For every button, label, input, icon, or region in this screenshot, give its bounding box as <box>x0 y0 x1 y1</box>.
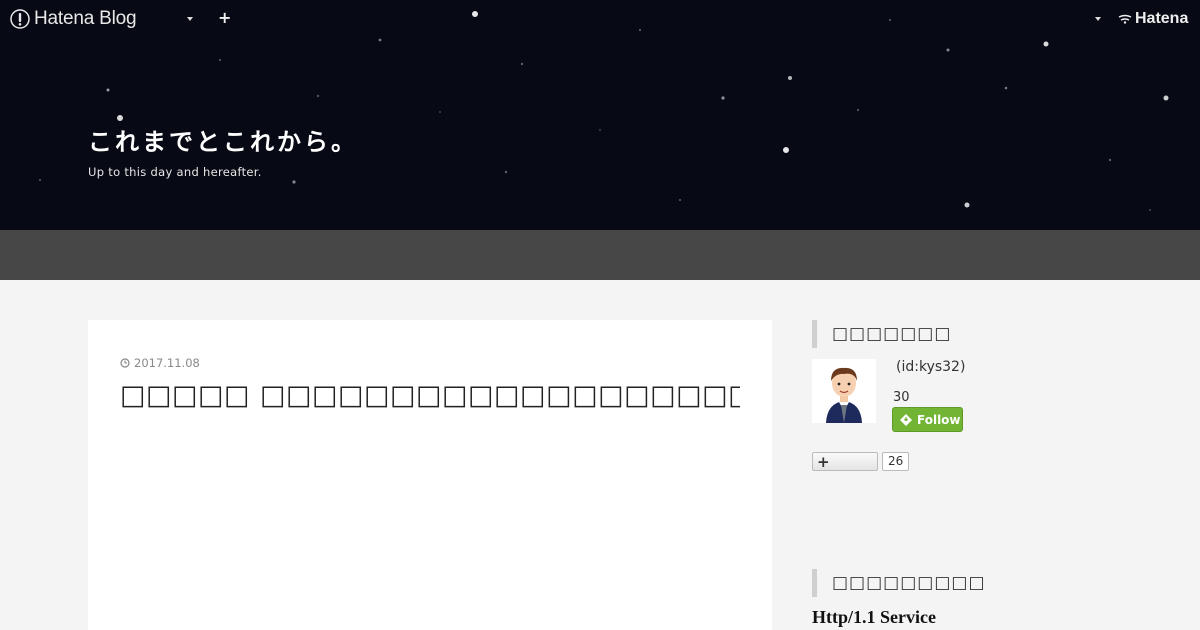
entry-article: 2017.11.08 □□□□□ □□□□□□□□□□□□□□□□□□□□□□□… <box>88 320 772 630</box>
blog-header: Hatena Blog + Hatena これまでとこれから。 Up to th… <box>0 0 1200 230</box>
follow-button[interactable]: Follow <box>892 407 963 432</box>
chevron-down-icon[interactable] <box>1095 17 1101 21</box>
blog-title[interactable]: これまでとこれから。 <box>88 122 358 157</box>
entry-date-text: 2017.11.08 <box>134 356 200 370</box>
hatena-blog-logo[interactable]: Hatena Blog <box>10 7 137 31</box>
hatena-global-header: Hatena Blog + Hatena <box>0 0 1200 38</box>
follow-button-label: Follow <box>917 412 961 427</box>
user-id[interactable]: (id:kys32) <box>896 358 965 376</box>
hatena-blog-logo-icon <box>10 9 30 29</box>
links-module-title: □□□□□□□□□ <box>812 569 986 597</box>
plus-icon[interactable]: + <box>218 9 231 27</box>
about-module-title: □□□□□□□ <box>812 320 951 348</box>
plus-icon: + <box>817 453 830 471</box>
follower-count: 30 <box>893 390 910 405</box>
hatena-blog-logo-text: Hatena Blog <box>34 8 137 29</box>
hatena-menu[interactable]: Hatena <box>1118 9 1188 29</box>
blog-description: Up to this day and hereafter. <box>88 165 262 179</box>
sidebar-link[interactable]: Http/1.1 Service <box>812 607 936 628</box>
global-nav-bar <box>0 230 1200 280</box>
user-avatar[interactable] <box>812 359 876 423</box>
entry-date[interactable]: 2017.11.08 <box>120 356 200 370</box>
subscribe-button[interactable]: + <box>812 452 878 471</box>
hatena-logo-icon <box>1118 14 1132 24</box>
user-avatar-illustration <box>812 359 876 423</box>
clock-icon <box>120 358 130 368</box>
hatena-follow-icon <box>900 413 912 426</box>
entry-title[interactable]: □□□□□ □□□□□□□□□□□□□□□□□□□□□□□□□□□□□□□□□□ <box>120 380 740 411</box>
chevron-down-icon[interactable] <box>187 17 193 21</box>
subscribe-count: 26 <box>882 452 910 471</box>
hatena-label: Hatena <box>1135 10 1189 27</box>
